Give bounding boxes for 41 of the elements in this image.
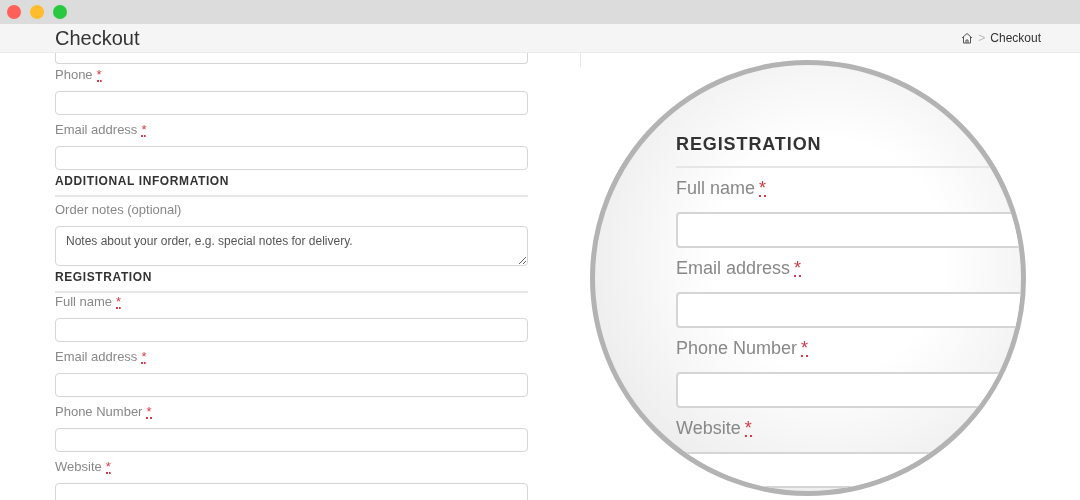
field-label: Email address bbox=[676, 257, 791, 280]
input-field[interactable] bbox=[55, 428, 528, 452]
input-field[interactable] bbox=[55, 373, 528, 397]
input-field[interactable] bbox=[55, 53, 528, 64]
section-heading: REGISTRATION bbox=[676, 133, 823, 156]
required-mark: * bbox=[801, 341, 809, 357]
required-mark: * bbox=[146, 407, 152, 419]
required-mark: * bbox=[744, 421, 752, 437]
required-mark: * bbox=[116, 297, 122, 309]
breadcrumb-current: Checkout bbox=[990, 30, 1041, 47]
input-field[interactable] bbox=[55, 318, 528, 342]
required-mark: * bbox=[96, 70, 102, 82]
input-field[interactable] bbox=[55, 91, 528, 115]
input-field[interactable] bbox=[676, 212, 1021, 248]
required-mark: * bbox=[759, 181, 767, 197]
input-field[interactable] bbox=[55, 146, 528, 170]
field-label: Order notes (optional) bbox=[55, 201, 183, 219]
home-icon[interactable] bbox=[961, 32, 974, 44]
required-mark: * bbox=[141, 352, 147, 364]
field-label: Website bbox=[676, 417, 741, 440]
field-label: Email address bbox=[55, 348, 138, 366]
maximize-button[interactable] bbox=[53, 5, 67, 19]
field-label: Phone Number bbox=[676, 337, 798, 360]
section-heading: ADDITIONAL INFORMATION bbox=[55, 173, 231, 189]
field-label: Phone Number bbox=[55, 403, 143, 421]
input-field[interactable] bbox=[676, 292, 1021, 328]
field-label: Full name bbox=[676, 177, 756, 200]
close-button[interactable] bbox=[7, 5, 21, 19]
order-notes-field[interactable]: Notes about your order, e.g. special notes for delivery. bbox=[55, 226, 528, 266]
page-title: Checkout bbox=[55, 26, 140, 51]
section-heading: REGISTRATION bbox=[55, 269, 153, 285]
minimize-button[interactable] bbox=[30, 5, 44, 19]
breadcrumb-separator: > bbox=[978, 30, 986, 47]
field-label: Email address bbox=[55, 121, 138, 139]
field-label: Full name bbox=[55, 293, 113, 311]
field-label: Phone bbox=[55, 66, 93, 84]
field-label: Website bbox=[55, 458, 102, 476]
required-mark: * bbox=[141, 125, 147, 137]
input-field[interactable] bbox=[55, 483, 528, 500]
required-mark: * bbox=[105, 462, 111, 474]
required-mark: * bbox=[794, 261, 802, 277]
